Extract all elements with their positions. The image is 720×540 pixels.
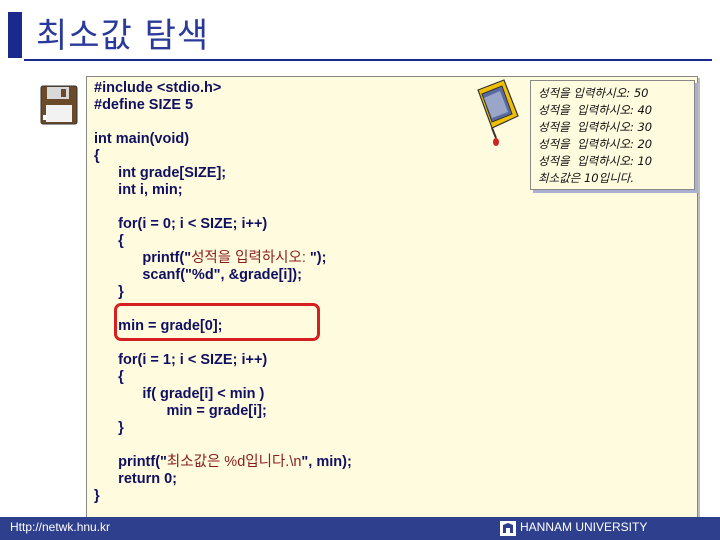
output-line: 성적을 입력하시오: 30 xyxy=(538,120,653,134)
footer-url: Http://netwk.hnu.kr xyxy=(10,520,111,534)
code-line: { xyxy=(94,148,100,164)
code-line: for(i = 1; i < SIZE; i++) xyxy=(94,352,268,368)
console-output-panel: 성적을 입력하시오: 50 성적을 입력하시오: 40 성적을 입력하시오: 3… xyxy=(530,80,695,190)
footer-university: HANNAM UNIVERSITY xyxy=(520,520,648,534)
code-line: { xyxy=(94,233,124,249)
code-line: } xyxy=(94,284,124,300)
code-line: printf("최소값은 %d입니다.\n", min); xyxy=(94,454,352,470)
code-line: if( grade[i] < min ) xyxy=(94,386,265,402)
code-line: } xyxy=(94,420,124,436)
university-logo-icon xyxy=(500,521,516,536)
code-line: #define SIZE 5 xyxy=(94,97,194,113)
output-line: 최소값은 10입니다. xyxy=(538,171,635,185)
title-accent-bar xyxy=(8,12,22,58)
floppy-disk-icon xyxy=(40,85,78,125)
title-divider xyxy=(24,59,712,61)
console-output: 성적을 입력하시오: 50 성적을 입력하시오: 40 성적을 입력하시오: 3… xyxy=(538,85,652,187)
code-line: for(i = 0; i < SIZE; i++) xyxy=(94,216,268,232)
output-line: 성적을 입력하시오: 40 xyxy=(538,103,653,117)
code-line: int main(void) xyxy=(94,131,190,147)
code-line: } xyxy=(94,488,100,504)
code-line: int i, min; xyxy=(94,182,183,198)
slide-title: 최소값 탐색 xyxy=(36,16,210,56)
code-line: scanf("%d", &grade[i]); xyxy=(94,267,302,283)
code-line: int grade[SIZE]; xyxy=(94,165,227,181)
code-line: printf("성적을 입력하시오: "); xyxy=(94,250,327,266)
source-code: #include <stdio.h> #define SIZE 5 int ma… xyxy=(94,80,352,505)
code-line: return 0; xyxy=(94,471,177,487)
code-line: #include <stdio.h> xyxy=(94,80,222,96)
code-line: { xyxy=(94,369,124,385)
mouse-icon xyxy=(477,79,519,146)
output-line: 성적을 입력하시오: 20 xyxy=(538,137,653,151)
output-line: 성적을 입력하시오: 50 xyxy=(538,86,649,100)
highlight-box-min-init xyxy=(114,303,320,341)
code-line: min = grade[i]; xyxy=(94,403,267,419)
output-line: 성적을 입력하시오: 10 xyxy=(538,154,653,168)
